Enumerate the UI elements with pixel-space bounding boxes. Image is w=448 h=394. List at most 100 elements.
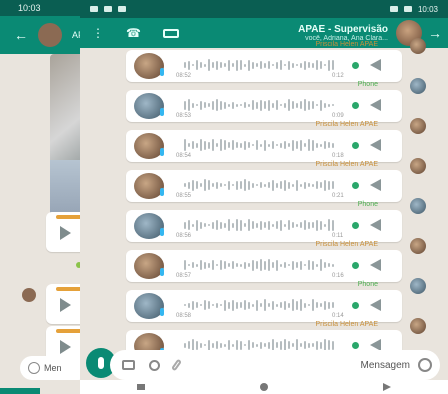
waveform-bar bbox=[312, 222, 314, 228]
waveform-bar bbox=[268, 143, 270, 147]
waveform-bar bbox=[252, 259, 254, 271]
waveform-bar bbox=[328, 340, 330, 350]
waveform-bar bbox=[276, 61, 278, 69]
waveform-bar bbox=[184, 62, 186, 68]
playback-progress-dot[interactable] bbox=[352, 182, 359, 189]
playback-progress-dot[interactable] bbox=[352, 222, 359, 229]
voice-message[interactable]: Phone 08:56 0:11 bbox=[126, 201, 402, 242]
playback-progress-dot[interactable] bbox=[352, 102, 359, 109]
sender-avatar[interactable] bbox=[410, 78, 426, 94]
voice-message[interactable]: Priscila Helen APAE 08:55 0:21 bbox=[126, 161, 402, 202]
voice-message[interactable]: Priscila Helen APAE 08:57 0:16 bbox=[126, 241, 402, 282]
waveform-bar bbox=[200, 221, 202, 229]
waveform-bar bbox=[304, 341, 306, 349]
attach-icon[interactable] bbox=[171, 358, 182, 372]
play-icon[interactable] bbox=[60, 298, 71, 312]
recent-apps-icon[interactable] bbox=[137, 384, 146, 390]
waveform-bar bbox=[272, 141, 274, 149]
camera-icon[interactable] bbox=[122, 360, 135, 370]
waveform-bar bbox=[188, 60, 190, 70]
sender-avatar[interactable] bbox=[410, 318, 426, 334]
play-icon[interactable] bbox=[370, 219, 381, 231]
sender-avatar[interactable] bbox=[410, 38, 426, 54]
voice-waveform[interactable] bbox=[184, 99, 344, 111]
waveform-bar bbox=[240, 219, 242, 231]
waveform-bar bbox=[240, 60, 242, 70]
back-icon[interactable] bbox=[382, 383, 391, 391]
waveform-bar bbox=[328, 142, 330, 148]
playback-progress-dot[interactable] bbox=[352, 302, 359, 309]
play-icon[interactable] bbox=[60, 340, 71, 354]
voice-waveform[interactable] bbox=[184, 299, 344, 311]
play-icon[interactable] bbox=[370, 139, 381, 151]
voice-message[interactable]: Phone 08:58 0:14 bbox=[126, 281, 402, 322]
video-call-icon[interactable] bbox=[162, 28, 179, 38]
call-icon[interactable]: ☎ bbox=[126, 26, 141, 40]
waveform-bar bbox=[244, 300, 246, 310]
waveform-bar bbox=[300, 222, 302, 228]
waveform-bar bbox=[232, 261, 234, 269]
waveform-bar bbox=[272, 300, 274, 310]
play-icon[interactable] bbox=[370, 59, 381, 71]
waveform-bar bbox=[204, 261, 206, 269]
waveform-bar bbox=[204, 344, 206, 346]
back-arrow-icon[interactable]: → bbox=[428, 25, 442, 41]
playback-progress-dot[interactable] bbox=[352, 342, 359, 349]
playback-progress-dot[interactable] bbox=[352, 142, 359, 149]
sender-avatar[interactable] bbox=[410, 118, 426, 134]
sender-avatar[interactable] bbox=[410, 198, 426, 214]
waveform-bar bbox=[212, 62, 214, 68]
waveform-bar bbox=[296, 102, 298, 108]
sender-avatar[interactable] bbox=[410, 238, 426, 254]
waveform-bar bbox=[192, 64, 194, 66]
waveform-bar bbox=[196, 104, 198, 106]
waveform-bar bbox=[300, 101, 302, 109]
waveform-bar bbox=[284, 223, 286, 227]
playback-progress-dot[interactable] bbox=[352, 262, 359, 269]
group-info[interactable]: APAE - Supervisão você, Adriana, Ana Cla… bbox=[298, 24, 388, 42]
home-icon[interactable] bbox=[259, 383, 268, 391]
emoji-icon[interactable] bbox=[28, 362, 40, 374]
play-icon[interactable] bbox=[370, 99, 381, 111]
waveform-bar bbox=[328, 180, 330, 190]
sender-avatar[interactable] bbox=[410, 278, 426, 294]
voice-waveform[interactable] bbox=[184, 259, 344, 271]
message-input[interactable]: Mensagem bbox=[361, 360, 410, 371]
message-sender: Priscila Helen APAE bbox=[315, 241, 378, 248]
waveform-bar bbox=[260, 61, 262, 69]
message-input-bar[interactable]: Mensagem bbox=[110, 350, 440, 380]
waveform-bar bbox=[260, 303, 262, 307]
waveform-bar bbox=[312, 183, 314, 187]
waveform-bar bbox=[280, 181, 282, 189]
waveform-bar bbox=[288, 181, 290, 189]
payment-icon[interactable] bbox=[149, 359, 160, 371]
play-icon[interactable] bbox=[370, 299, 381, 311]
waveform-bar bbox=[212, 100, 214, 110]
emoji-icon[interactable] bbox=[418, 358, 432, 372]
play-icon[interactable] bbox=[370, 179, 381, 191]
waveform-bar bbox=[200, 304, 202, 306]
sender-avatar[interactable] bbox=[410, 158, 426, 174]
waveform-bar bbox=[296, 179, 298, 191]
waveform-bar bbox=[304, 264, 306, 266]
waveform-bar bbox=[308, 304, 310, 306]
waveform-bar bbox=[276, 259, 278, 271]
back-avatar[interactable] bbox=[38, 23, 62, 47]
waveform-bar bbox=[292, 139, 294, 151]
voice-waveform[interactable] bbox=[184, 219, 344, 231]
back-arrow-icon[interactable]: ← bbox=[14, 27, 28, 43]
waveform-bar bbox=[248, 301, 250, 309]
play-icon[interactable] bbox=[370, 259, 381, 271]
voice-waveform[interactable] bbox=[184, 139, 344, 151]
playback-progress-dot[interactable] bbox=[352, 62, 359, 69]
waveform-bar bbox=[320, 303, 322, 307]
voice-message[interactable]: Priscila Helen APAE 08:52 0:12 bbox=[126, 41, 402, 82]
voice-waveform[interactable] bbox=[184, 179, 344, 191]
more-options-icon[interactable]: ⋮ bbox=[92, 26, 104, 40]
play-icon[interactable] bbox=[60, 226, 71, 240]
waveform-bar bbox=[292, 299, 294, 311]
voice-waveform[interactable] bbox=[184, 59, 344, 71]
voice-message[interactable]: Priscila Helen APAE 08:54 0:18 bbox=[126, 121, 402, 162]
waveform-bar bbox=[300, 183, 302, 187]
voice-message[interactable]: Phone 08:53 0:09 bbox=[126, 81, 402, 122]
